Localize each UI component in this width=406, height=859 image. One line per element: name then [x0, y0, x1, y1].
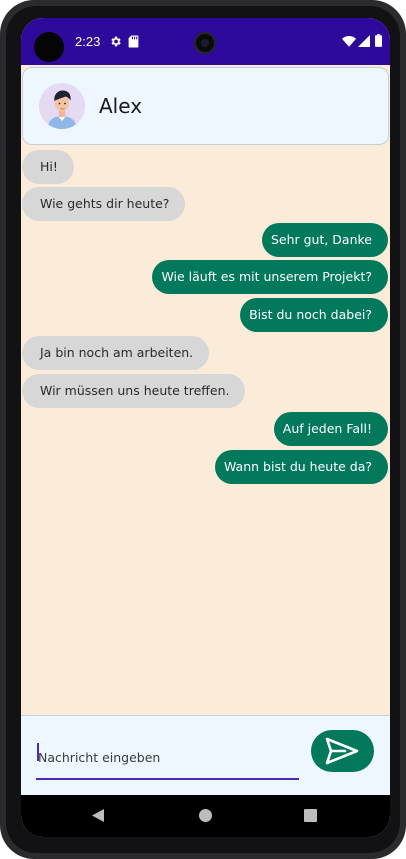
message-bubble-outgoing: Sehr gut, Danke — [261, 223, 388, 257]
status-bar: 2:23 — [21, 18, 390, 65]
wifi-icon — [342, 36, 356, 47]
text-caret — [37, 743, 39, 761]
center-camera — [194, 32, 216, 54]
message-bubble-incoming: Hi! — [22, 150, 74, 184]
avatar-icon[interactable] — [39, 83, 85, 129]
gear-icon — [111, 36, 121, 47]
message-bubble-outgoing: Bist du noch dabei? — [240, 298, 388, 332]
recents-icon[interactable] — [304, 809, 317, 822]
message-bubble-incoming: Wie gehts dir heute? — [22, 187, 186, 221]
message-bubble-outgoing: Wann bist du heute da? — [215, 450, 388, 484]
front-camera — [34, 32, 64, 62]
status-time: 2:23 — [75, 34, 101, 49]
chat-header[interactable]: Alex — [22, 67, 389, 145]
message-input[interactable] — [36, 736, 299, 780]
send-icon — [325, 737, 359, 765]
send-button[interactable] — [311, 730, 374, 772]
message-bubble-outgoing: Wie läuft es mit unserem Projekt? — [152, 260, 388, 294]
navigation-bar — [21, 795, 390, 837]
message-list[interactable]: Hi! Wie gehts dir heute? Sehr gut, Danke… — [21, 146, 390, 714]
back-icon[interactable] — [91, 808, 105, 823]
device-frame: 2:23 Alex Hi! Wie gehts dir heute? Sehr … — [0, 0, 406, 859]
home-icon[interactable] — [199, 809, 212, 822]
battery-icon — [375, 34, 382, 47]
contact-name: Alex — [99, 94, 143, 118]
signal-icon — [358, 35, 370, 47]
message-bubble-incoming: Wir müssen uns heute treffen. — [22, 374, 246, 408]
app-screen: 2:23 Alex Hi! Wie gehts dir heute? Sehr … — [21, 18, 390, 837]
message-composer — [21, 715, 390, 795]
sdcard-icon — [128, 35, 139, 48]
message-bubble-incoming: Ja bin noch am arbeiten. — [22, 336, 210, 370]
message-bubble-outgoing: Auf jeden Fall! — [273, 412, 388, 446]
